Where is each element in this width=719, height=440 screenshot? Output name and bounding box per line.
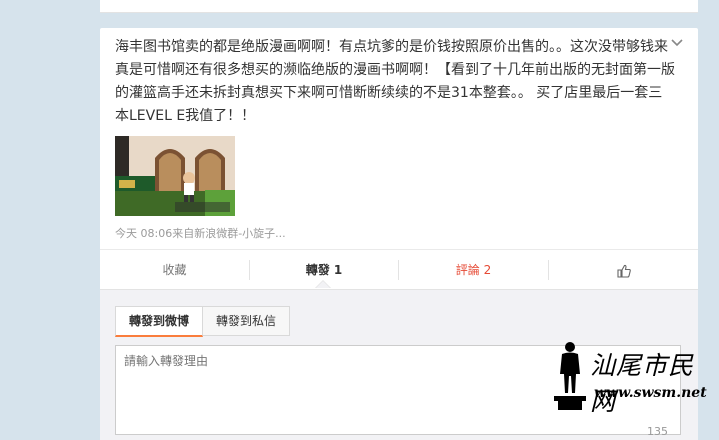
watermark-url: www.swsm.net — [594, 385, 707, 401]
post-image[interactable] — [115, 136, 235, 216]
tab-pointer — [315, 280, 331, 288]
thumbs-up-icon — [616, 264, 631, 278]
tab-repost-to-message[interactable]: 轉發到私信 — [203, 306, 291, 336]
previous-card — [100, 0, 698, 13]
favorite-button[interactable]: 收藏 — [100, 250, 249, 290]
site-watermark: 汕尾市民网 www.swsm.net — [548, 338, 719, 416]
tab-repost-to-weibo[interactable]: 轉發到微博 — [115, 306, 204, 337]
statue-silhouette-icon — [554, 342, 586, 410]
post-text: 海丰图书馆卖的都是绝版漫画啊啊！有点坑爹的是价钱按照原价出售的。。这次没带够钱来… — [115, 39, 675, 124]
like-button[interactable] — [549, 250, 698, 290]
post-meta[interactable]: 今天 08:06来自新浪微群-小旋子... — [115, 225, 286, 241]
watermark-text: 汕尾市民网 — [590, 351, 695, 416]
game-screenshot-image — [115, 136, 235, 216]
repost-tabs: 轉發到微博 轉發到私信 — [115, 306, 291, 337]
char-counter: 135 — [647, 425, 668, 438]
action-bar: 收藏 轉發 1 評論 2 — [100, 249, 698, 290]
comment-button[interactable]: 評論 2 — [399, 250, 548, 290]
